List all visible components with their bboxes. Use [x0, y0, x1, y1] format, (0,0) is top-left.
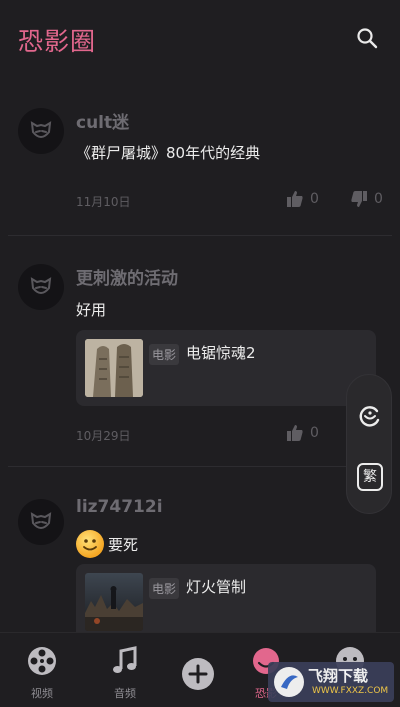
like-button[interactable]: 0 [286, 190, 319, 208]
post-username[interactable]: liz74712i [76, 497, 163, 517]
watermark-logo-icon [274, 667, 304, 697]
page-title: 恐影圈 [18, 27, 97, 56]
app-header: 恐影圈 [0, 0, 400, 80]
divider [8, 235, 392, 236]
search-icon[interactable] [356, 27, 378, 49]
dislike-count: 0 [374, 191, 383, 207]
media-title: 灯火管制 [186, 578, 247, 596]
plus-icon [182, 658, 214, 690]
thumbs-up-icon [287, 191, 303, 207]
media-title: 电锯惊魂2 [186, 344, 256, 362]
post-date: 10月29日 [76, 429, 131, 443]
film-reel-icon [28, 647, 56, 675]
post-text: 要死 [108, 536, 139, 554]
tab-label: 音频 [114, 687, 136, 700]
ghost-mask-icon [30, 121, 52, 138]
media-card[interactable]: 电影 电锯惊魂2 [76, 330, 376, 406]
post-item[interactable]: 更刺激的活动 好用 电影 电锯惊魂2 10月29日 0 [0, 252, 400, 467]
tab-audio[interactable]: 音频 [95, 645, 155, 701]
traditional-chinese-toggle[interactable]: 繁 [357, 463, 383, 491]
media-card[interactable]: 电影 灯火管制 [76, 564, 376, 632]
movie-poster [85, 573, 143, 631]
post-item[interactable]: cult迷 《群尸屠城》80年代的经典 11月10日 0 0 [0, 92, 400, 237]
like-count: 0 [310, 191, 319, 207]
smile-emoji-icon [76, 530, 104, 558]
movie-poster [85, 339, 143, 397]
divider [8, 466, 392, 467]
like-count: 0 [310, 425, 319, 441]
ghost-mask-icon [30, 277, 52, 294]
dislike-button[interactable]: 0 [350, 190, 383, 208]
traditional-chinese-label: 繁 [363, 469, 377, 485]
thumbs-down-icon [351, 191, 367, 207]
avatar[interactable] [18, 499, 64, 545]
avatar[interactable] [18, 108, 64, 154]
post-text: 好用 [76, 301, 107, 319]
thumbs-up-icon [287, 425, 303, 441]
watermark-url: WWW.FXXZ.COM [312, 686, 389, 696]
music-note-icon [113, 646, 137, 673]
like-button[interactable]: 0 [286, 424, 319, 442]
tab-label: 视频 [31, 687, 53, 700]
tab-video[interactable]: 视频 [12, 645, 72, 701]
post-username[interactable]: cult迷 [76, 108, 129, 133]
floating-tool-panel: 繁 [346, 374, 392, 514]
media-type-tag: 电影 [149, 344, 180, 365]
media-type-tag: 电影 [149, 578, 180, 599]
post-date: 11月10日 [76, 195, 131, 209]
tab-create[interactable] [168, 657, 228, 695]
post-feed[interactable]: cult迷 《群尸屠城》80年代的经典 11月10日 0 0 更刺激的活动 好用… [0, 92, 400, 632]
ghost-mask-icon [30, 512, 52, 529]
watermark-text: 飞翔下载 [308, 667, 369, 685]
watermark-logo: 飞翔下载 WWW.FXXZ.COM [268, 662, 394, 702]
avatar[interactable] [18, 264, 64, 310]
post-text: 《群尸屠城》80年代的经典 [76, 144, 261, 162]
post-username[interactable]: 更刺激的活动 [76, 264, 178, 289]
post-item[interactable]: liz74712i 要死 电影 灯火管制 [0, 487, 400, 632]
refresh-icon[interactable] [357, 403, 383, 429]
